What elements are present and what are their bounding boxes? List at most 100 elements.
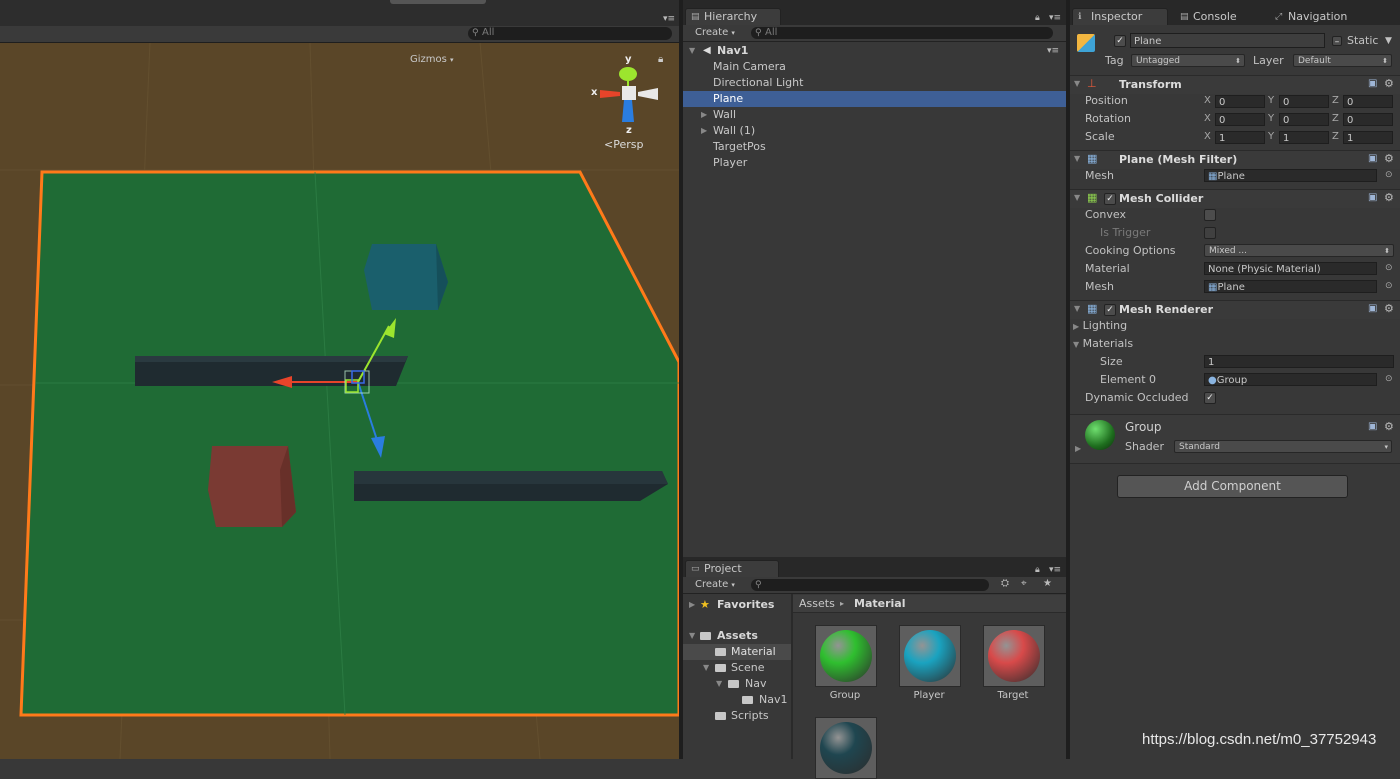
panel-menu-icon[interactable]: ▾≡ bbox=[1049, 565, 1061, 575]
axis-label-x[interactable]: X bbox=[1204, 94, 1211, 108]
tree-item-nav1[interactable]: Nav1 bbox=[683, 692, 791, 708]
tab-inspector[interactable]: ℹ Inspector bbox=[1072, 8, 1168, 25]
axis-label-z[interactable]: Z bbox=[1332, 130, 1339, 144]
hierarchy-item[interactable]: ▶ Wall (1) bbox=[683, 123, 1066, 139]
scale-x-field[interactable]: 1 bbox=[1215, 131, 1265, 144]
create-dropdown[interactable]: Create ▾ bbox=[695, 25, 735, 41]
active-checkbox[interactable]: ✓ bbox=[1114, 35, 1126, 47]
object-name-field[interactable]: Plane bbox=[1130, 33, 1325, 48]
tree-item-material[interactable]: Material bbox=[683, 644, 791, 660]
hierarchy-item[interactable]: Main Camera bbox=[683, 59, 1066, 75]
collapse-triangle-icon[interactable]: ▼ bbox=[1074, 79, 1080, 88]
object-picker-icon[interactable]: ⊙ bbox=[1385, 170, 1393, 180]
tree-item-nav[interactable]: ▼ Nav bbox=[683, 676, 791, 692]
lock-icon[interactable]: 🔒︎ bbox=[1035, 13, 1040, 23]
lock-icon[interactable]: 🔒︎ bbox=[1035, 565, 1040, 575]
dynamic-occluded-checkbox[interactable]: ✓ bbox=[1204, 392, 1216, 404]
scene-menu-icon[interactable]: ▾≡ bbox=[1047, 43, 1059, 59]
material-asset[interactable] bbox=[815, 625, 877, 687]
rotation-x-field[interactable]: 0 bbox=[1215, 113, 1265, 126]
expand-triangle-icon[interactable]: ▼ bbox=[716, 676, 722, 692]
expand-triangle-icon[interactable]: ▼ bbox=[703, 660, 709, 676]
mesh-renderer-header[interactable]: ▼ ▦ ✓ Mesh Renderer ▣ ⚙ bbox=[1070, 300, 1400, 319]
material-asset[interactable] bbox=[899, 625, 961, 687]
scale-z-field[interactable]: 1 bbox=[1343, 131, 1393, 144]
mesh-collider-enabled-checkbox[interactable]: ✓ bbox=[1104, 193, 1116, 205]
static-checkbox[interactable]: – bbox=[1332, 36, 1342, 47]
expand-triangle-icon[interactable]: ▼ bbox=[689, 628, 695, 644]
assets-row[interactable]: ▼ Assets bbox=[683, 628, 791, 644]
gear-icon[interactable]: ⚙ bbox=[1384, 302, 1394, 315]
object-picker-icon[interactable]: ⊙ bbox=[1385, 281, 1393, 291]
gear-icon[interactable]: ⚙ bbox=[1384, 152, 1394, 165]
position-y-field[interactable]: 0 bbox=[1279, 95, 1329, 108]
expand-triangle-icon[interactable]: ▶ bbox=[701, 107, 707, 123]
mesh-filter-header[interactable]: ▼ ▦ Plane (Mesh Filter) ▣ ⚙ bbox=[1070, 150, 1400, 169]
expand-triangle-icon[interactable]: ▼ bbox=[689, 43, 695, 59]
tab-project[interactable]: ▭ Project bbox=[685, 560, 779, 577]
mesh-renderer-enabled-checkbox[interactable]: ✓ bbox=[1104, 304, 1116, 316]
object-picker-icon[interactable]: ⊙ bbox=[1385, 374, 1393, 384]
filter-by-label-icon[interactable]: ⌖ bbox=[1021, 578, 1027, 589]
hierarchy-search-input[interactable]: ⚲ All bbox=[751, 27, 1053, 39]
materials-foldout[interactable]: ▼ Materials bbox=[1073, 337, 1133, 352]
hierarchy-item[interactable]: Directional Light bbox=[683, 75, 1066, 91]
tag-dropdown[interactable]: Untagged ⬍ bbox=[1131, 54, 1245, 67]
breadcrumb-current[interactable]: Material bbox=[854, 595, 905, 612]
collapse-triangle-icon[interactable]: ▼ bbox=[1074, 304, 1080, 313]
tab-navigation[interactable]: ⤢ Navigation bbox=[1269, 8, 1369, 25]
chevron-down-icon[interactable]: ▼ bbox=[1385, 34, 1392, 48]
axis-label-z[interactable]: Z bbox=[1332, 94, 1339, 108]
breadcrumb-root[interactable]: Assets bbox=[799, 595, 835, 612]
position-z-field[interactable]: 0 bbox=[1343, 95, 1393, 108]
shader-dropdown[interactable]: Standard ▾ bbox=[1174, 440, 1392, 453]
mesh-collider-header[interactable]: ▼ ▦ ✓ Mesh Collider ▣ ⚙ bbox=[1070, 189, 1400, 208]
help-book-icon[interactable]: ▣ bbox=[1368, 192, 1377, 203]
hierarchy-item[interactable]: Player bbox=[683, 155, 1066, 171]
rotation-y-field[interactable]: 0 bbox=[1279, 113, 1329, 126]
gear-icon[interactable]: ⚙ bbox=[1384, 420, 1394, 433]
collider-mesh-field[interactable]: ▦Plane bbox=[1204, 280, 1377, 293]
create-dropdown[interactable]: Create ▾ bbox=[695, 577, 735, 593]
object-picker-icon[interactable]: ⊙ bbox=[1385, 263, 1393, 273]
collapse-triangle-icon[interactable]: ▼ bbox=[1074, 193, 1080, 202]
axis-label-y[interactable]: Y bbox=[1268, 130, 1274, 144]
size-field[interactable]: 1 bbox=[1204, 355, 1394, 368]
scale-y-field[interactable]: 1 bbox=[1279, 131, 1329, 144]
help-book-icon[interactable]: ▣ bbox=[1368, 153, 1377, 164]
expand-triangle-icon[interactable]: ▶ bbox=[701, 123, 707, 139]
expand-triangle-icon[interactable]: ▶ bbox=[1075, 444, 1081, 453]
axis-label-x[interactable]: X bbox=[1204, 112, 1211, 126]
expand-triangle-icon[interactable]: ▶ bbox=[689, 597, 695, 613]
tree-item-scripts[interactable]: Scripts bbox=[683, 708, 791, 724]
convex-checkbox[interactable] bbox=[1204, 209, 1216, 221]
gizmos-dropdown[interactable]: Gizmos ▾ bbox=[404, 53, 460, 66]
lock-icon[interactable]: 🔒︎ bbox=[658, 54, 663, 65]
material-asset[interactable] bbox=[815, 717, 877, 779]
rotation-z-field[interactable]: 0 bbox=[1343, 113, 1393, 126]
material-asset[interactable] bbox=[983, 625, 1045, 687]
help-book-icon[interactable]: ▣ bbox=[1368, 78, 1377, 89]
persp-toggle[interactable]: <Persp bbox=[604, 138, 643, 151]
gear-icon[interactable]: ⚙ bbox=[1384, 191, 1394, 204]
star-icon[interactable]: ★ bbox=[1043, 578, 1052, 589]
panel-menu-icon[interactable]: ▾≡ bbox=[1049, 13, 1061, 23]
axis-label-y[interactable]: Y bbox=[1268, 94, 1274, 108]
axis-label-z[interactable]: Z bbox=[1332, 112, 1339, 126]
axis-label-x[interactable]: X bbox=[1204, 130, 1211, 144]
favorites-row[interactable]: ▶ ★ Favorites bbox=[683, 597, 791, 613]
element-0-field[interactable]: ●Group bbox=[1204, 373, 1377, 386]
mesh-field[interactable]: ▦Plane bbox=[1204, 169, 1377, 182]
scene-search-input[interactable]: ⚲ All bbox=[468, 27, 672, 40]
gear-icon[interactable]: ⚙ bbox=[1384, 77, 1394, 90]
tab-hierarchy[interactable]: ▤ Hierarchy bbox=[685, 8, 781, 25]
lighting-foldout[interactable]: ▶ Lighting bbox=[1073, 319, 1127, 334]
help-book-icon[interactable]: ▣ bbox=[1368, 303, 1377, 314]
position-x-field[interactable]: 0 bbox=[1215, 95, 1265, 108]
transform-header[interactable]: ▼ ⊥ Transform ▣ ⚙ bbox=[1070, 75, 1400, 94]
collapse-triangle-icon[interactable]: ▼ bbox=[1074, 154, 1080, 163]
help-book-icon[interactable]: ▣ bbox=[1368, 421, 1377, 432]
tree-item-scene[interactable]: ▼ Scene bbox=[683, 660, 791, 676]
cooking-options-dropdown[interactable]: Mixed ... ⬍ bbox=[1204, 244, 1394, 257]
scene-tab-stub[interactable] bbox=[390, 0, 486, 4]
